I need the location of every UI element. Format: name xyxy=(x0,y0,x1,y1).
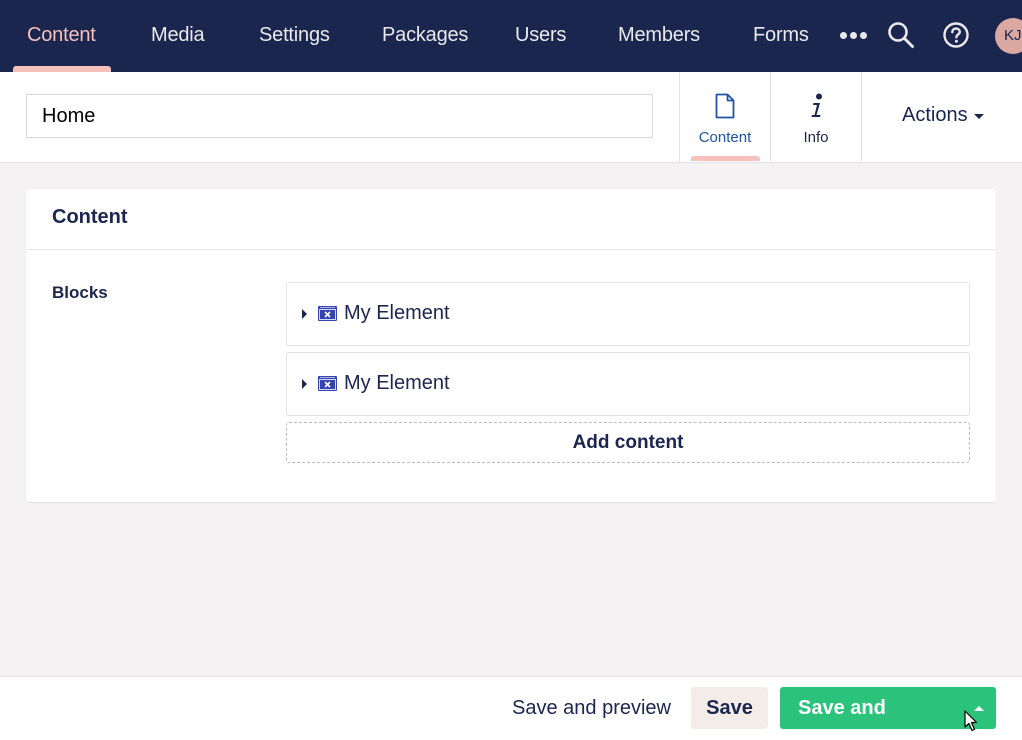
tab-info[interactable]: Info xyxy=(770,72,861,162)
nav-item-packages[interactable]: Packages xyxy=(382,0,468,72)
nav-item-members[interactable]: Members xyxy=(618,0,700,72)
actions-label: Actions xyxy=(902,104,968,126)
top-navigation: Content Media Settings Packages Users Me… xyxy=(0,0,1022,72)
ellipsis-icon[interactable] xyxy=(840,25,868,45)
block-item[interactable]: My Element xyxy=(286,352,970,416)
actions-menu-button[interactable]: Actions xyxy=(861,72,1022,162)
info-icon xyxy=(809,93,825,124)
tab-content-label: Content xyxy=(698,129,752,146)
nav-item-users[interactable]: Users xyxy=(515,0,566,72)
editor-header: Content Info Actions xyxy=(0,72,1022,163)
block-item[interactable]: My Element xyxy=(286,282,970,346)
panel-divider xyxy=(26,249,996,250)
nav-item-settings[interactable]: Settings xyxy=(259,0,330,72)
mouse-cursor-icon xyxy=(964,710,978,737)
search-icon[interactable] xyxy=(887,21,915,54)
caret-down-icon xyxy=(974,114,984,119)
caret-right-icon[interactable] xyxy=(302,309,307,319)
save-button[interactable]: Save xyxy=(691,687,768,729)
nav-item-media[interactable]: Media xyxy=(151,0,205,72)
nav-item-content[interactable]: Content xyxy=(27,0,96,72)
tab-active-indicator xyxy=(691,156,760,161)
element-icon xyxy=(318,376,337,396)
content-panel: Content Blocks My Element My Element Add xyxy=(26,189,996,502)
editor-footer: Save and preview Save Save and publish xyxy=(0,676,1022,740)
user-avatar[interactable]: KJ xyxy=(995,18,1022,54)
tab-info-label: Info xyxy=(803,129,829,146)
document-name-input[interactable] xyxy=(26,94,653,138)
block-label: My Element xyxy=(344,302,450,324)
caret-right-icon[interactable] xyxy=(302,379,307,389)
save-and-preview-button[interactable]: Save and preview xyxy=(500,687,683,729)
panel-title: Content xyxy=(52,206,128,228)
save-and-publish-button[interactable]: Save and publish xyxy=(780,687,960,740)
add-content-button[interactable]: Add content xyxy=(286,422,970,463)
document-icon xyxy=(715,93,735,124)
nav-item-forms[interactable]: Forms xyxy=(753,0,809,72)
help-icon[interactable] xyxy=(943,22,969,53)
property-label-blocks: Blocks xyxy=(52,283,108,302)
tab-content[interactable]: Content xyxy=(679,72,770,162)
block-label: My Element xyxy=(344,372,450,394)
element-icon xyxy=(318,306,337,326)
